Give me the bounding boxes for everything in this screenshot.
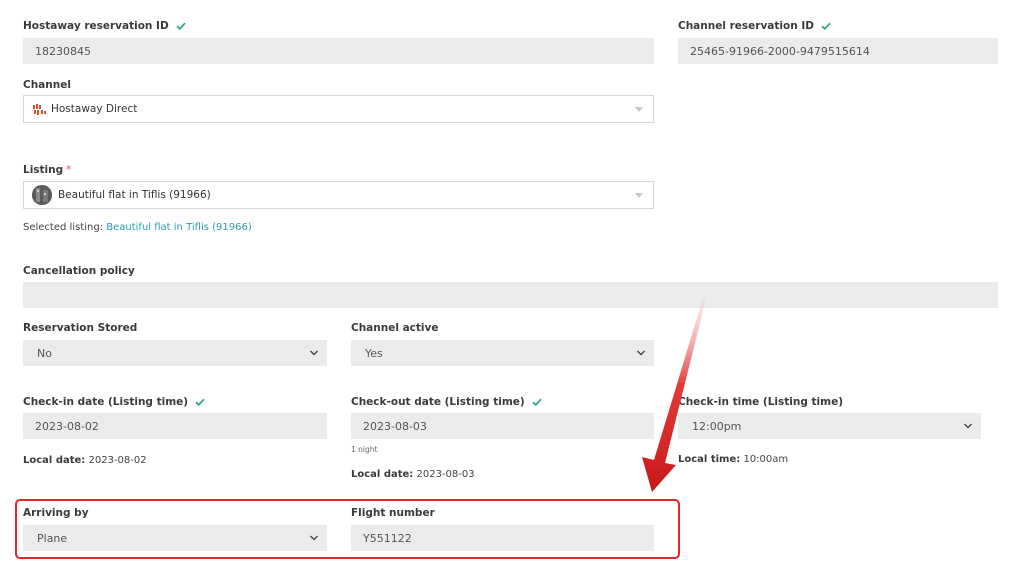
checkout-date-field[interactable]: 2023-08-03 xyxy=(351,413,654,439)
channel-select[interactable]: Hostaway Direct xyxy=(23,95,654,123)
verified-check-icon xyxy=(532,398,542,406)
chevron-down-icon xyxy=(635,193,643,198)
verified-check-icon xyxy=(821,22,831,30)
channel-active-select[interactable]: Yes xyxy=(351,340,654,366)
chevron-down-icon xyxy=(635,107,643,112)
selected-listing-text: Selected listing: Beautiful flat in Tifl… xyxy=(23,222,252,233)
hostaway-id-field[interactable]: 18230845 xyxy=(23,38,654,64)
checkin-time-label: Check-in time (Listing time) xyxy=(678,396,844,408)
chevron-down-icon xyxy=(309,349,319,357)
reservation-stored-select[interactable]: No xyxy=(23,340,327,366)
hostaway-id-label: Hostaway reservation ID xyxy=(23,20,186,32)
channel-reservation-id-field[interactable]: 25465-91966-2000-9479515614 xyxy=(678,38,998,64)
checkin-time-select[interactable]: 12:00pm xyxy=(678,413,981,439)
checkout-local-date: Local date: 2023-08-03 xyxy=(351,469,475,480)
cancellation-policy-field[interactable] xyxy=(23,282,998,308)
checkout-date-label: Check-out date (Listing time) xyxy=(351,396,542,408)
listing-select[interactable]: Beautiful flat in Tiflis (91966) xyxy=(23,181,654,209)
checkin-local-time: Local time: 10:00am xyxy=(678,454,789,465)
cancellation-policy-label: Cancellation policy xyxy=(23,265,135,277)
hostaway-logo-icon xyxy=(33,103,47,115)
reservation-stored-label: Reservation Stored xyxy=(23,322,138,334)
required-marker: * xyxy=(66,164,72,176)
checkin-date-field[interactable]: 2023-08-02 xyxy=(23,413,327,439)
listing-thumbnail xyxy=(32,185,52,205)
highlight-box xyxy=(15,499,680,559)
chevron-down-icon xyxy=(963,422,973,430)
chevron-down-icon xyxy=(636,349,646,357)
checkin-local-date: Local date: 2023-08-02 xyxy=(23,455,147,466)
channel-label: Channel xyxy=(23,79,71,91)
channel-active-label: Channel active xyxy=(351,322,439,334)
verified-check-icon xyxy=(176,22,186,30)
listing-label: Listing * xyxy=(23,164,72,176)
channel-reservation-id-label: Channel reservation ID xyxy=(678,20,831,32)
verified-check-icon xyxy=(195,398,205,406)
checkin-date-label: Check-in date (Listing time) xyxy=(23,396,205,408)
selected-listing-link[interactable]: Beautiful flat in Tiflis (91966) xyxy=(106,222,251,233)
nights-count: 1 night xyxy=(351,445,378,454)
